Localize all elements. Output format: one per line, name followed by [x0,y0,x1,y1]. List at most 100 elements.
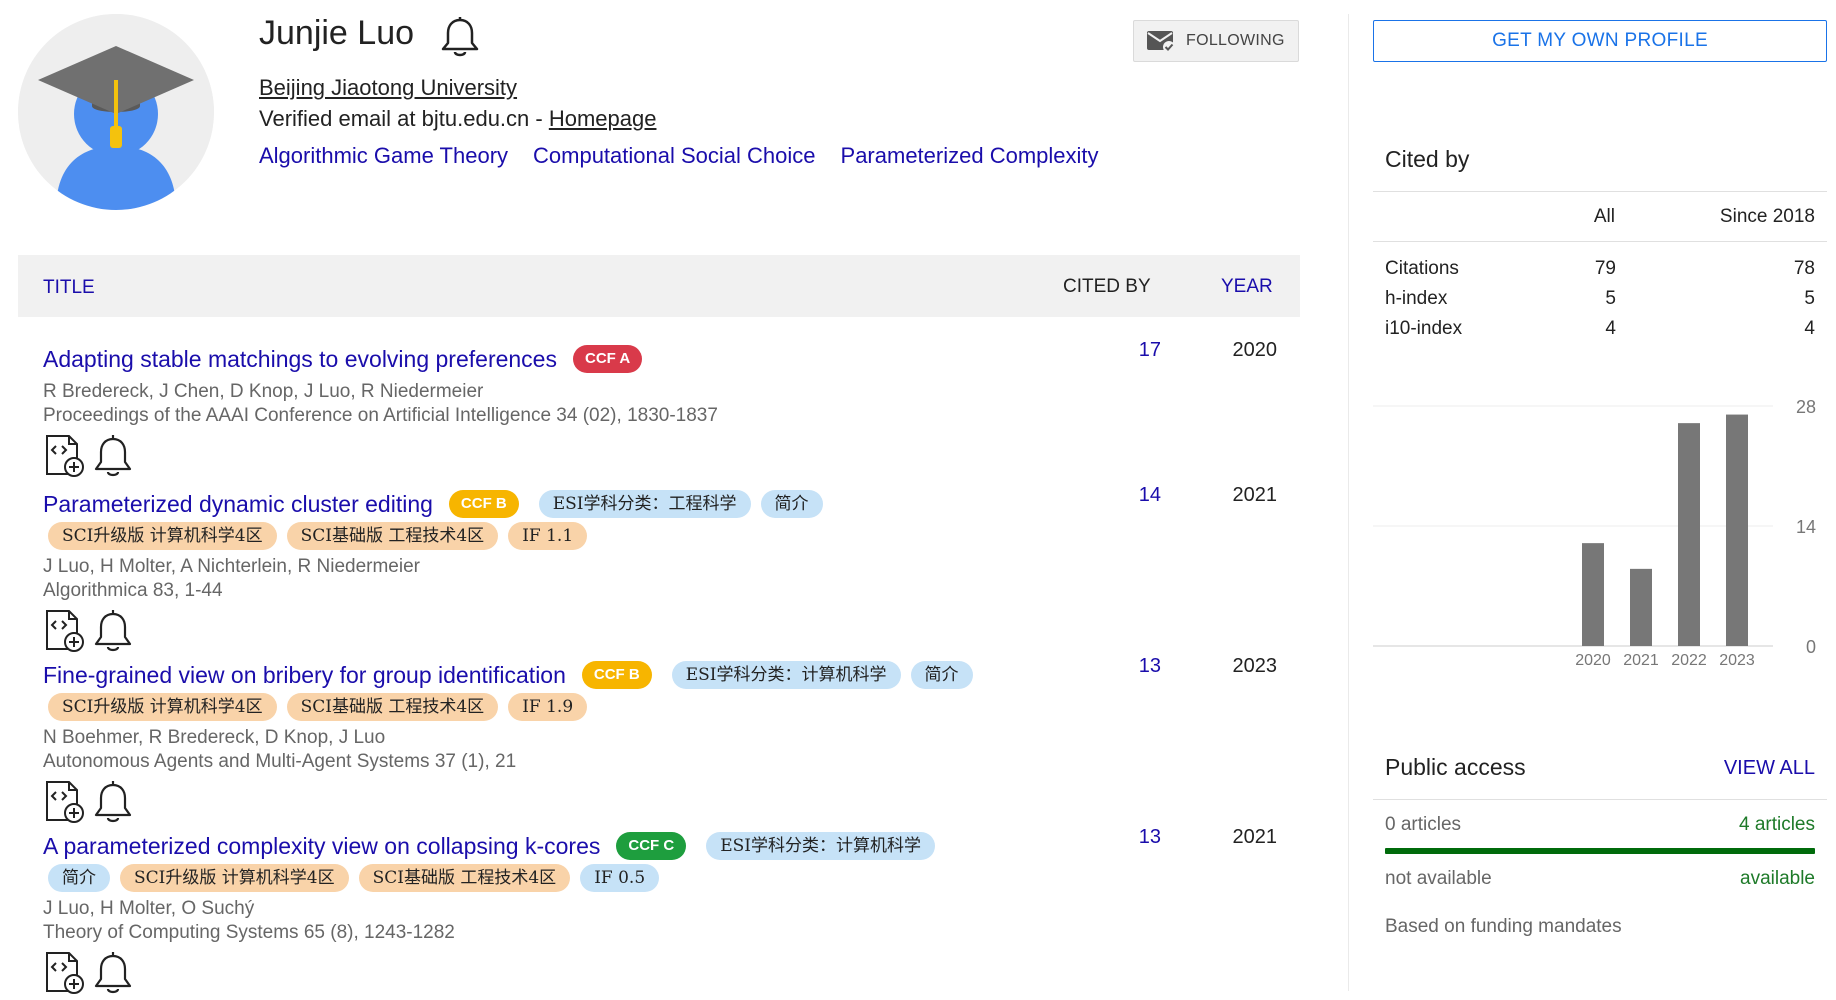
article-title-link[interactable]: A parameterized complexity view on colla… [43,833,600,860]
stat-all: 4 [1605,318,1616,339]
x-tick-label: 2021 [1623,652,1659,669]
alert-bell-icon[interactable] [93,951,133,1000]
public-access-title: Public access [1385,754,1526,780]
ccf-rank-badge: CCF A [572,345,643,373]
get-my-own-profile-button[interactable]: GET MY OWN PROFILE [1373,20,1827,62]
article-actions [43,780,1298,829]
add-document-icon[interactable] [43,951,87,1000]
available-label: available [1740,868,1815,889]
article-actions [43,609,1298,658]
graduate-avatar-icon [18,14,214,210]
cited-by-header[interactable]: CITED BY [1063,276,1151,298]
publication-year: 2023 [1232,655,1278,677]
available-count[interactable]: 4 articles [1700,814,1815,836]
cited-by-count[interactable]: 13 [1101,655,1161,678]
journal-tag: IF 1.1 [508,522,588,550]
journal-tag: SCI升级版 计算机科学4区 [48,693,277,721]
column-divider [1348,14,1349,991]
stat-all: 79 [1594,258,1616,279]
publication-year: 2021 [1232,826,1278,848]
article-row: Fine-grained view on bribery for group i… [43,658,1298,829]
unavailable-count[interactable]: 0 articles [1385,814,1461,836]
stat-label[interactable]: i10-index [1385,318,1462,340]
article-title-link[interactable]: Fine-grained view on bribery for group i… [43,662,566,689]
add-document-icon[interactable] [43,780,87,829]
y-tick-label: 28 [1796,397,1816,417]
follow-bell-icon[interactable] [440,16,480,63]
article-venue: Proceedings of the AAAI Conference on Ar… [43,405,718,426]
stat-label[interactable]: Citations [1385,258,1459,280]
article-title-link[interactable]: Parameterized dynamic cluster editing [43,491,433,518]
sort-by-title[interactable]: TITLE [43,277,95,299]
add-document-icon[interactable] [43,434,87,483]
article-row: Parameterized dynamic cluster editing CCF… [43,487,1298,658]
article-venue: Algorithmica 83, 1-44 [43,580,223,601]
journal-tag: ESI学科分类：工程科学 [538,490,751,518]
article-venue: Theory of Computing Systems 65 (8), 1243… [43,922,455,943]
citation-bar[interactable] [1726,414,1748,646]
journal-tag[interactable]: 简介 [760,490,823,518]
journal-tag[interactable]: 简介 [48,864,110,892]
divider [1373,191,1827,192]
not-available-label: not available [1385,868,1492,889]
citations-per-year-chart: 0 14 28 2020 2021 2022 2023 [1373,397,1816,669]
verified-email: Verified email at bjtu.edu.cn - [259,106,549,131]
interest-link[interactable]: Computational Social Choice [533,143,816,169]
journal-tag: SCI基础版 工程技术4区 [286,522,499,550]
sort-by-year[interactable]: YEAR [1221,276,1273,298]
view-all-link[interactable]: VIEW ALL [1700,757,1815,780]
avatar [18,14,214,210]
interest-link[interactable]: Parameterized Complexity [841,143,1099,169]
following-button[interactable]: FOLLOWING [1133,20,1299,62]
ccf-rank-badge: CCF B [448,490,519,518]
stat-label[interactable]: h-index [1385,288,1447,310]
article-authors: J Luo, H Molter, O Suchý [43,898,255,919]
article-authors: R Bredereck, J Chen, D Knop, J Luo, R Ni… [43,381,484,402]
article-row: A parameterized complexity view on colla… [43,829,1298,1000]
publication-year: 2020 [1232,339,1278,361]
ccf-rank-badge: CCF C [616,832,687,860]
article-venue: Autonomous Agents and Multi-Agent System… [43,751,517,772]
affiliation-link[interactable]: Beijing Jiaotong University [259,75,517,101]
cited-by-count[interactable]: 14 [1101,484,1161,507]
article-authors: J Luo, H Molter, A Nichterlein, R Nieder… [43,556,420,577]
add-document-icon[interactable] [43,609,87,658]
alert-bell-icon[interactable] [93,434,133,483]
homepage-link[interactable]: Homepage [549,106,657,131]
x-tick-label: 2020 [1575,652,1611,669]
public-access-bar [1385,848,1815,854]
journal-tag: SCI基础版 工程技术4区 [358,864,571,892]
funding-mandates-note: Based on funding mandates [1385,916,1622,937]
article-tags-row: SCI升级版 计算机科学4区 SCI基础版 工程技术4区 IF 1.9 [43,692,1298,722]
stat-all: 5 [1605,288,1616,309]
journal-tag: IF 1.9 [508,693,588,721]
journal-tag: ESI学科分类：计算机科学 [706,832,935,860]
stat-since: 5 [1804,288,1815,309]
citation-bar[interactable] [1678,423,1700,646]
col-all-header: All [1593,206,1615,227]
journal-tag: SCI升级版 计算机科学4区 [120,864,349,892]
citation-bar[interactable] [1582,543,1604,646]
article-row: Adapting stable matchings to evolving pr… [43,342,1298,483]
article-title-link[interactable]: Adapting stable matchings to evolving pr… [43,346,557,373]
stat-row-citations: Citations 79 78 [1385,258,1815,288]
article-tags-row: SCI升级版 计算机科学4区 SCI基础版 工程技术4区 IF 1.1 [43,521,1298,551]
research-interests: Algorithmic Game Theory Computational So… [259,143,1099,169]
cited-by-count[interactable]: 17 [1101,339,1161,362]
y-tick-label: 14 [1796,517,1816,537]
journal-tag: SCI升级版 计算机科学4区 [48,522,277,550]
divider [1373,799,1827,800]
mail-check-icon [1147,31,1175,53]
alert-bell-icon[interactable] [93,609,133,658]
stat-since: 4 [1804,318,1815,339]
cited-by-count[interactable]: 13 [1101,826,1161,849]
x-tick-label: 2022 [1671,652,1707,669]
journal-tag: SCI基础版 工程技术4区 [286,693,499,721]
article-actions [43,434,1298,483]
citation-bar[interactable] [1630,568,1652,646]
journal-tag[interactable]: 简介 [910,661,973,689]
publication-year: 2021 [1232,484,1278,506]
interest-link[interactable]: Algorithmic Game Theory [259,143,508,169]
y-tick-label: 0 [1806,637,1816,657]
alert-bell-icon[interactable] [93,780,133,829]
